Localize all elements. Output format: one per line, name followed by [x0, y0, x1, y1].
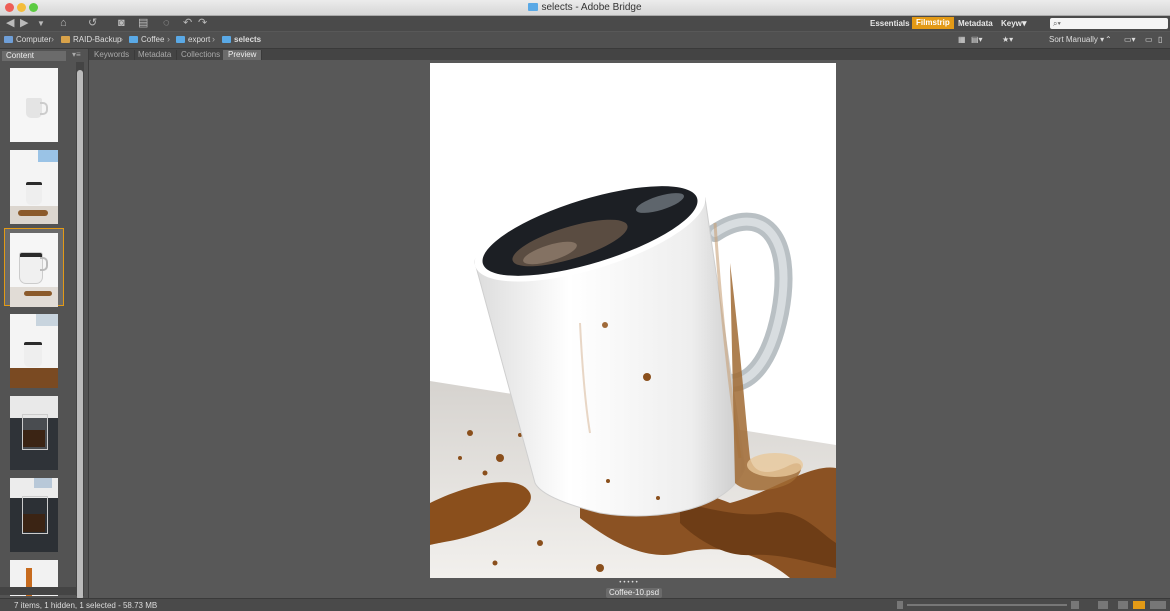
thumbnail-image [10, 478, 58, 552]
view-details-icon[interactable]: ▤▾ [971, 35, 983, 45]
thumbnail-item[interactable] [4, 310, 64, 388]
chevron-right-icon: › [167, 34, 170, 44]
chevron-right-icon: › [120, 34, 123, 44]
status-bar: 7 items, 1 hidden, 1 selected - 58.73 MB [0, 598, 1170, 611]
history-dropdown-icon[interactable]: ▼ [37, 17, 45, 30]
view-grid-icon[interactable]: ▦ [958, 35, 966, 45]
folder-icon [528, 3, 539, 11]
preview-filename: Coffee-10.psd [606, 588, 662, 598]
open-recent-folder-icon[interactable]: ▭▾ [1124, 35, 1136, 45]
zoom-out-icon[interactable] [897, 601, 903, 609]
title-bar: selects - Adobe Bridge [0, 0, 1170, 16]
tab-metadata[interactable]: Metadata [133, 50, 178, 60]
preview-panel: ••••• Coffee-10.psd [89, 61, 1170, 598]
rotate-right-icon[interactable]: ↷ [198, 17, 207, 30]
rotate-left-icon[interactable]: ↶ [183, 17, 192, 30]
boomerang-icon[interactable]: ↺ [88, 17, 97, 30]
breadcrumb-computer[interactable]: Computer [4, 35, 51, 45]
toolbar: ◀ ▶ ▼ ⌂ ↺ ◙ ▤ ◌ ↶ ↷ Essentials Filmstrip… [0, 16, 1170, 31]
panel-menu-icon[interactable]: ▾≡ [72, 50, 81, 59]
view-as-grid-icon[interactable] [1098, 601, 1108, 609]
workspace-menu-chevron-icon[interactable]: ▾ [1022, 18, 1027, 29]
thumbnail-image [10, 396, 58, 470]
computer-icon [4, 36, 13, 43]
thumbnail-image [10, 68, 58, 142]
thumbnail-size-slider[interactable] [907, 604, 1067, 606]
breadcrumb-coffee[interactable]: Coffee [129, 35, 164, 45]
open-in-camera-raw-icon[interactable]: ◌ [163, 17, 170, 30]
get-photos-camera-icon[interactable]: ◙ [118, 17, 125, 30]
thumbnail-item[interactable] [4, 64, 64, 142]
status-text: 7 items, 1 hidden, 1 selected - 58.73 MB [14, 601, 158, 610]
thumbnail-image [10, 150, 58, 224]
window-title: selects - Adobe Bridge [0, 2, 1170, 13]
filter-rating-star-icon[interactable]: ★▾ [1002, 35, 1013, 45]
tab-content[interactable]: Content [2, 51, 66, 61]
thumbnail-image [10, 314, 58, 388]
preview-image[interactable] [430, 63, 836, 578]
vertical-scrollbar[interactable] [76, 62, 84, 600]
view-as-thumbnails-icon[interactable] [1133, 601, 1145, 609]
thumbnail-item[interactable] [4, 474, 64, 552]
zoom-in-icon[interactable] [1071, 601, 1079, 609]
center-panel-tabs: Keywords Metadata Collections Preview [89, 49, 1170, 60]
thumbnail-item[interactable] [4, 392, 64, 470]
folder-icon [176, 36, 185, 43]
new-folder-icon[interactable]: ▭ [1145, 35, 1153, 45]
breadcrumb-export[interactable]: export [176, 35, 210, 45]
sort-dropdown[interactable]: Sort Manually ▾ [1049, 35, 1104, 45]
sort-ascending-chevron-up-icon[interactable]: ⌃ [1105, 35, 1112, 45]
drive-icon [61, 36, 70, 43]
view-as-details-icon[interactable] [1118, 601, 1128, 609]
folder-icon [129, 36, 138, 43]
breadcrumb-selects[interactable]: selects [222, 35, 261, 45]
workspace-essentials[interactable]: Essentials [870, 18, 910, 29]
thumbnail-image [10, 233, 58, 307]
workspace-metadata[interactable]: Metadata [958, 18, 993, 29]
scrollbar-thumb[interactable] [77, 70, 83, 600]
chevron-right-icon: › [212, 34, 215, 44]
rating-stars[interactable]: ••••• [89, 580, 1170, 586]
content-panel: Content ▾≡ [0, 49, 89, 600]
refine-icon[interactable]: ▤ [138, 17, 148, 30]
path-bar: Computer › RAID-Backup › Coffee › export… [0, 32, 1170, 49]
workspace-filmstrip[interactable]: Filmstrip [912, 17, 954, 29]
return-to-photoshop-icon[interactable]: ⌂ [60, 17, 67, 30]
thumbnail-item[interactable] [4, 146, 64, 224]
back-icon[interactable]: ◀ [6, 17, 14, 30]
coffee-mug-photo [430, 180, 836, 578]
delete-icon[interactable]: ▯ [1158, 35, 1162, 45]
tab-preview[interactable]: Preview [223, 50, 263, 60]
thumbnail-item-selected[interactable] [4, 228, 64, 307]
chevron-right-icon: › [51, 34, 54, 44]
view-as-list-icon[interactable] [1150, 601, 1166, 609]
tab-keywords[interactable]: Keywords [89, 50, 136, 60]
horizontal-scrollbar[interactable] [0, 587, 76, 595]
thumbnail-list [0, 62, 76, 596]
workspace-keywords[interactable]: Keyw [1001, 18, 1022, 29]
tab-collections[interactable]: Collections [176, 50, 227, 60]
forward-icon[interactable]: ▶ [20, 17, 28, 30]
breadcrumb-raid-backup[interactable]: RAID-Backup [61, 35, 121, 45]
folder-icon [222, 36, 231, 43]
search-input[interactable]: ⌕▾ [1050, 18, 1168, 29]
